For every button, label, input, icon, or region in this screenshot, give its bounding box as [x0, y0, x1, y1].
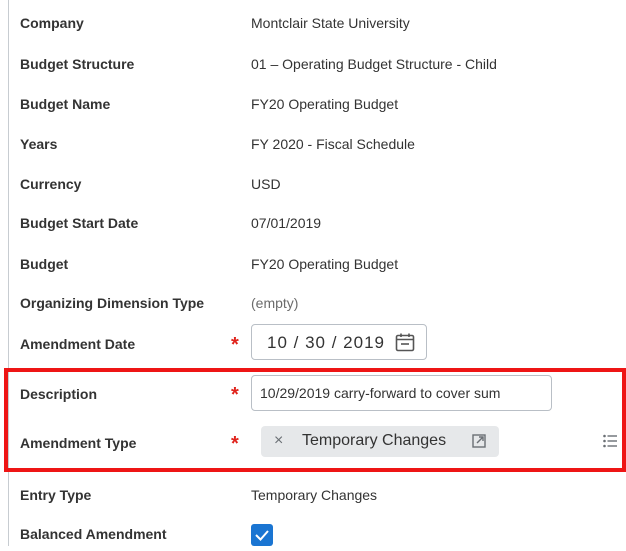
- field-label: Balanced Amendment: [20, 526, 167, 542]
- required-marker: *: [231, 433, 239, 455]
- external-link-icon[interactable]: [472, 434, 486, 448]
- selected-item-label[interactable]: Temporary Changes: [302, 432, 446, 450]
- description-input[interactable]: 10/29/2019 carry-forward to cover sum: [251, 375, 552, 411]
- field-label: Years: [20, 136, 58, 152]
- required-marker: *: [231, 384, 239, 406]
- field-value: FY20 Operating Budget: [251, 96, 399, 112]
- remove-icon[interactable]: ×: [274, 432, 283, 450]
- field-label: Budget Start Date: [20, 215, 139, 231]
- field-value: USD: [251, 176, 281, 192]
- field-value: 07/01/2019: [251, 215, 322, 231]
- checkmark-icon: [255, 530, 269, 541]
- left-border: [8, 0, 9, 546]
- prompt-list-icon[interactable]: [603, 433, 617, 449]
- selected-item-pill[interactable]: × Temporary Changes: [261, 426, 499, 457]
- required-marker: *: [231, 334, 239, 356]
- calendar-icon[interactable]: [395, 333, 415, 352]
- field-label: Entry Type: [20, 487, 92, 503]
- field-label: Currency: [20, 176, 82, 192]
- field-label: Amendment Date: [20, 336, 136, 352]
- field-label: Company: [20, 15, 84, 31]
- field-label: Budget Structure: [20, 56, 135, 72]
- field-label: Description: [20, 386, 98, 402]
- field-value: Temporary Changes: [251, 487, 378, 503]
- amendment-type-prompt[interactable]: × Temporary Changes: [251, 423, 617, 463]
- field-value: Montclair State University: [251, 15, 410, 31]
- field-label: Organizing Dimension Type: [20, 295, 205, 311]
- amendment-date-input[interactable]: 10 / 30 / 2019: [251, 324, 427, 360]
- field-label: Budget Name: [20, 96, 111, 112]
- amendment-date-value: 10 / 30 / 2019: [267, 333, 385, 352]
- field-value: FY 2020 - Fiscal Schedule: [251, 136, 415, 152]
- field-label: Amendment Type: [20, 435, 137, 451]
- balanced-amendment-checkbox[interactable]: [251, 524, 273, 546]
- field-value: (empty): [251, 295, 299, 311]
- field-value: 01 – Operating Budget Structure - Child: [251, 56, 497, 72]
- description-value: 10/29/2019 carry-forward to cover sum: [260, 385, 501, 401]
- field-value: FY20 Operating Budget: [251, 256, 399, 272]
- field-label: Budget: [20, 256, 69, 272]
